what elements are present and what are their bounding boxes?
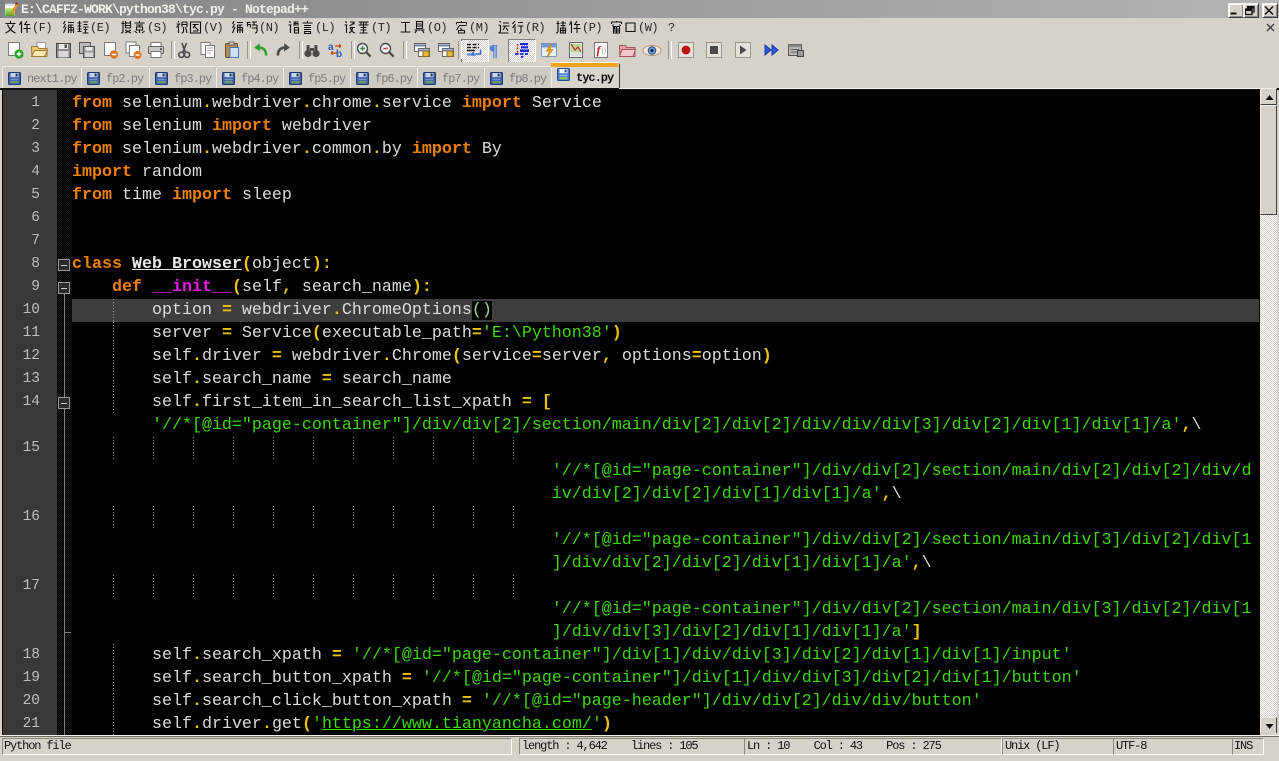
svg-text:¶: ¶ xyxy=(489,41,498,60)
svg-text:a: a xyxy=(328,42,334,53)
svg-text:(): () xyxy=(602,48,607,55)
svg-text:b: b xyxy=(336,49,342,60)
